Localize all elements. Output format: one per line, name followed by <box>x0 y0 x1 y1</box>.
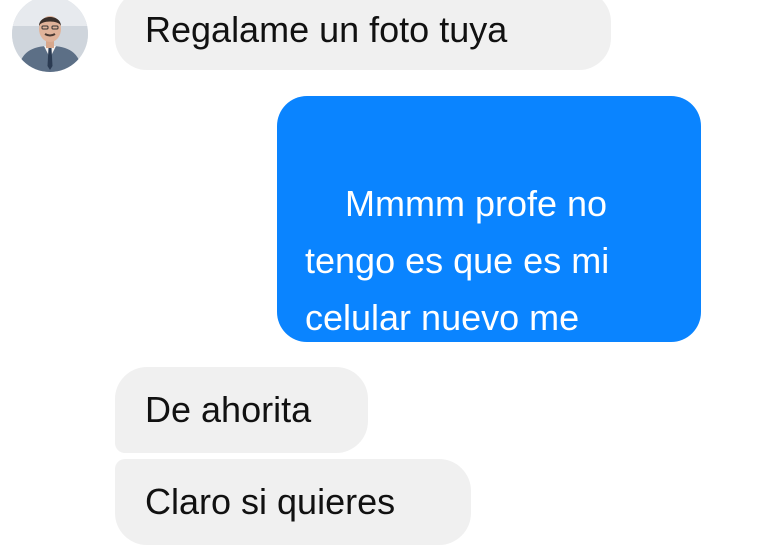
chat-thread: Regalame un foto tuya Mmmm profe no teng… <box>0 0 781 545</box>
message-text: Regalame un foto tuya <box>145 9 508 50</box>
message-bubble-outgoing[interactable]: Mmmm profe no tengo es que es mi celular… <box>277 96 701 395</box>
message-text: Mmmm profe no tengo es que es mi celular… <box>305 183 610 395</box>
message-bubble-incoming[interactable]: De ahorita <box>115 367 368 453</box>
message-bubble-incoming[interactable]: Regalame un foto tuya <box>115 0 611 70</box>
message-text: Claro si quieres <box>145 481 396 522</box>
message-text: De ahorita <box>145 389 312 430</box>
message-bubble-incoming[interactable]: Claro si quieres <box>115 459 471 545</box>
person-in-suit-avatar-icon <box>12 0 88 72</box>
contact-avatar[interactable] <box>12 0 88 72</box>
